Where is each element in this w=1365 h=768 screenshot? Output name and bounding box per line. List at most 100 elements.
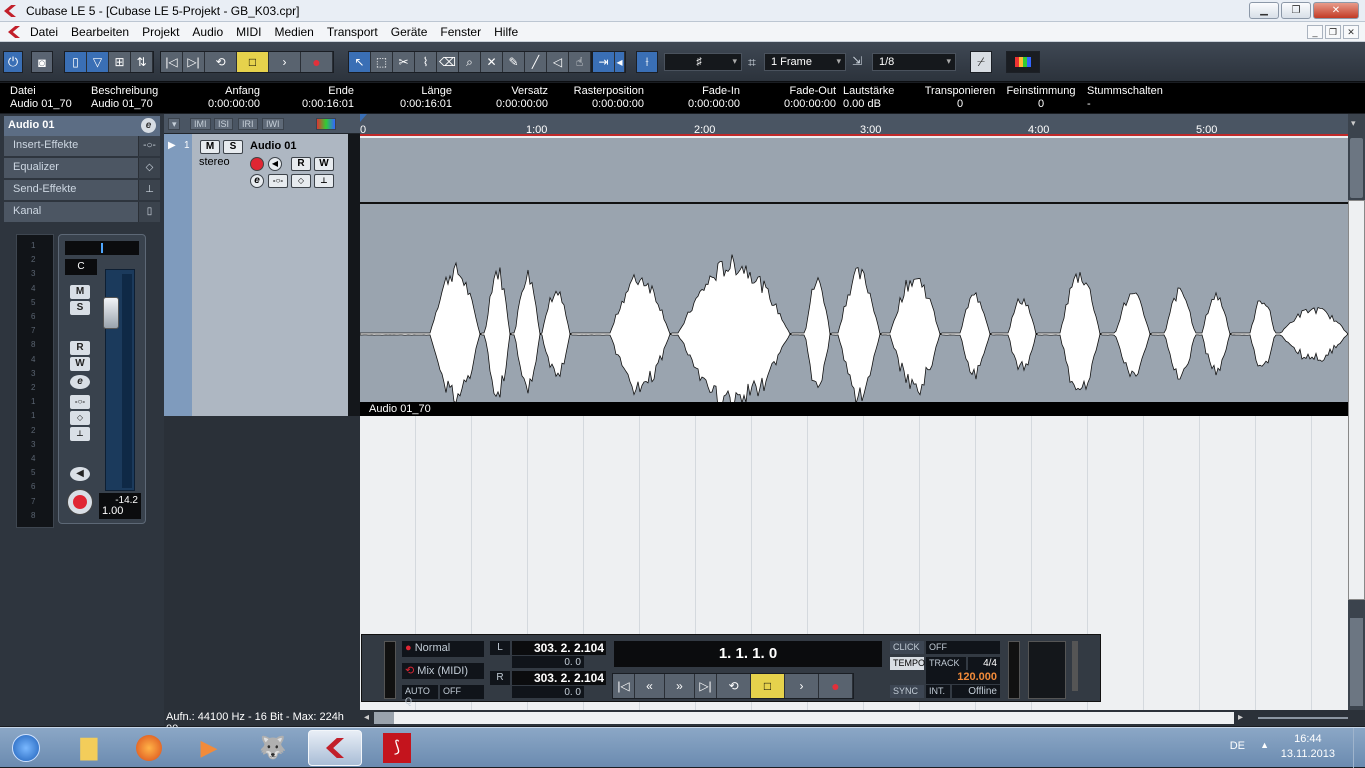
taskbar-acrobat[interactable]: ⟆ [370,730,424,766]
marker-panel[interactable] [1028,641,1066,699]
monitor-button[interactable]: ◀ [70,467,90,481]
read-automation-button[interactable]: R [70,341,90,355]
line-icon[interactable]: ╱ [525,52,547,72]
maximize-button[interactable]: ❐ [1281,2,1311,19]
transport-volume-slider[interactable] [1072,641,1078,691]
track-monitor-icon[interactable]: ◀ [268,157,282,171]
show-hidden-icons-icon[interactable]: ▲ [1260,740,1269,750]
vertical-scroll-track[interactable] [1348,200,1365,600]
doc-close-button[interactable]: ✕ [1343,25,1359,39]
track-record-button[interactable] [250,157,264,171]
mute-tool-icon[interactable]: ✕ [481,52,503,72]
global-mute-button[interactable]: IMI [190,118,211,130]
scrub-icon[interactable]: ☝ [569,52,591,72]
vertical-scrollbar[interactable]: ▾ [1348,114,1365,710]
transport-record-icon[interactable]: ● [819,674,853,698]
solo-button[interactable]: S [70,301,90,315]
draw-icon[interactable]: ✎ [503,52,525,72]
autoq-value[interactable]: OFF [440,685,484,699]
inspector-section-kanal[interactable]: Kanal ▯ [4,202,160,222]
rewind-icon[interactable]: « [635,674,665,698]
menu-audio[interactable]: Audio [192,25,223,39]
app-menu-icon[interactable] [8,26,20,38]
show-inspector-icon[interactable]: ▽ [87,52,109,72]
close-button[interactable]: ✕ [1313,2,1359,19]
doc-restore-button[interactable]: ❐ [1325,25,1341,39]
scroll-left-icon[interactable]: ◂ [364,712,369,723]
insert-bypass-strip-icon[interactable]: -○- [70,395,90,409]
track-eq-bypass-icon[interactable]: ◇ [291,174,311,188]
global-write-button[interactable]: IWI [262,118,284,130]
clock[interactable]: 16:44 13.11.2013 [1281,732,1335,762]
inspector-section-eq[interactable]: Equalizer ◇ [4,158,160,178]
track-insert-bypass-icon[interactable]: -○- [268,174,288,188]
inspector-track-header[interactable]: Audio 01 e [4,116,160,136]
click-button[interactable]: CLICK [890,641,924,654]
zoom-icon[interactable]: ⌕ [459,52,481,72]
constrain-delay-button[interactable]: ◙ [31,51,53,73]
menu-fenster[interactable]: Fenster [440,25,481,39]
horizontal-scroll-track[interactable] [374,712,1234,724]
position-display[interactable]: 1. 1. 1. 0 [614,641,882,667]
left-locator-display[interactable]: 303. 2. 2.104 [512,641,606,655]
sync-button[interactable]: SYNC [890,685,924,698]
right-offset-display[interactable]: 0. 0 [512,686,584,698]
horizontal-scrollbar[interactable]: ◂ ▸ [360,710,1365,726]
left-locator-icon[interactable] [360,114,367,122]
pan-value[interactable]: C [65,259,97,275]
play-tool-icon[interactable]: ◁ [547,52,569,72]
menu-geraete[interactable]: Geräte [391,25,428,39]
erase-icon[interactable]: ⌫ [437,52,459,72]
zoom-vertical-icon[interactable] [1350,138,1363,198]
time-signature[interactable]: 4/4 [968,657,1000,670]
fast-forward-icon[interactable]: » [665,674,695,698]
go-to-end-icon[interactable]: ▷| [183,52,205,72]
start-button[interactable] [2,730,50,766]
record-icon[interactable]: ● [301,52,333,72]
stop-icon[interactable]: □ [237,52,269,72]
grid-type-dropdown[interactable]: 1 Frame [764,53,846,71]
menu-projekt[interactable]: Projekt [142,25,179,39]
track-mute-button[interactable]: M [200,140,220,154]
pan-slider[interactable] [65,241,139,255]
left-locator-label[interactable]: L [490,641,510,655]
autoq-button[interactable]: AUTO Q [402,685,438,706]
kanal-icon[interactable]: ▯ [138,202,160,222]
glue-icon[interactable]: ⌇ [415,52,437,72]
track-name[interactable]: Audio 01 [250,140,296,152]
scroll-right-icon[interactable]: ▸ [1238,712,1243,723]
left-offset-display[interactable]: 0. 0 [512,656,584,668]
insert-bypass-icon[interactable]: -○- [138,136,160,156]
record-enable-button[interactable] [67,489,93,515]
send-bypass-icon[interactable]: ⊥ [138,180,160,200]
track-read-button[interactable]: R [291,157,311,171]
add-track-icon[interactable]: ▾ [168,118,180,130]
quantize-dropdown[interactable]: 1/8 [872,53,956,71]
taskbar-firefox[interactable] [122,730,176,766]
inspector-section-insert[interactable]: Insert-Effekte -○- [4,136,160,156]
inspector-section-send[interactable]: Send-Effekte ⊥ [4,180,160,200]
transport-cycle-icon[interactable]: ⟲ [717,674,751,698]
taskbar-cubase[interactable] [308,730,362,766]
cycle-icon[interactable]: ⟲ [205,52,237,72]
track-send-bypass-icon[interactable]: ⊥ [314,174,334,188]
global-solo-button[interactable]: ISI [214,118,234,130]
snap-zero-crossing-button[interactable]: ⌿ [970,51,992,73]
split-icon[interactable]: ✂ [393,52,415,72]
menu-hilfe[interactable]: Hilfe [494,25,518,39]
horizontal-zoom-slider[interactable] [1258,717,1348,719]
show-desktop-button[interactable] [1353,728,1365,768]
transport-end-icon[interactable]: ▷| [695,674,717,698]
menu-datei[interactable]: Datei [30,25,58,39]
show-overview-icon[interactable]: ⊞ [109,52,131,72]
activate-project-button[interactable]: ⏻ [3,51,23,73]
write-automation-button[interactable]: W [70,357,90,371]
taskbar-media-player[interactable]: ▶ [182,730,236,766]
click-value[interactable]: OFF [926,641,1000,654]
eq-bypass-strip-icon[interactable]: ◇ [70,411,90,425]
audio-event[interactable]: Audio 01_70 [360,138,1348,416]
send-bypass-strip-icon[interactable]: ⊥ [70,427,90,441]
vertical-zoom-slider[interactable] [1350,618,1363,706]
scroll-up-icon[interactable]: ▾ [1351,118,1356,129]
volume-fader-handle[interactable] [103,296,119,329]
